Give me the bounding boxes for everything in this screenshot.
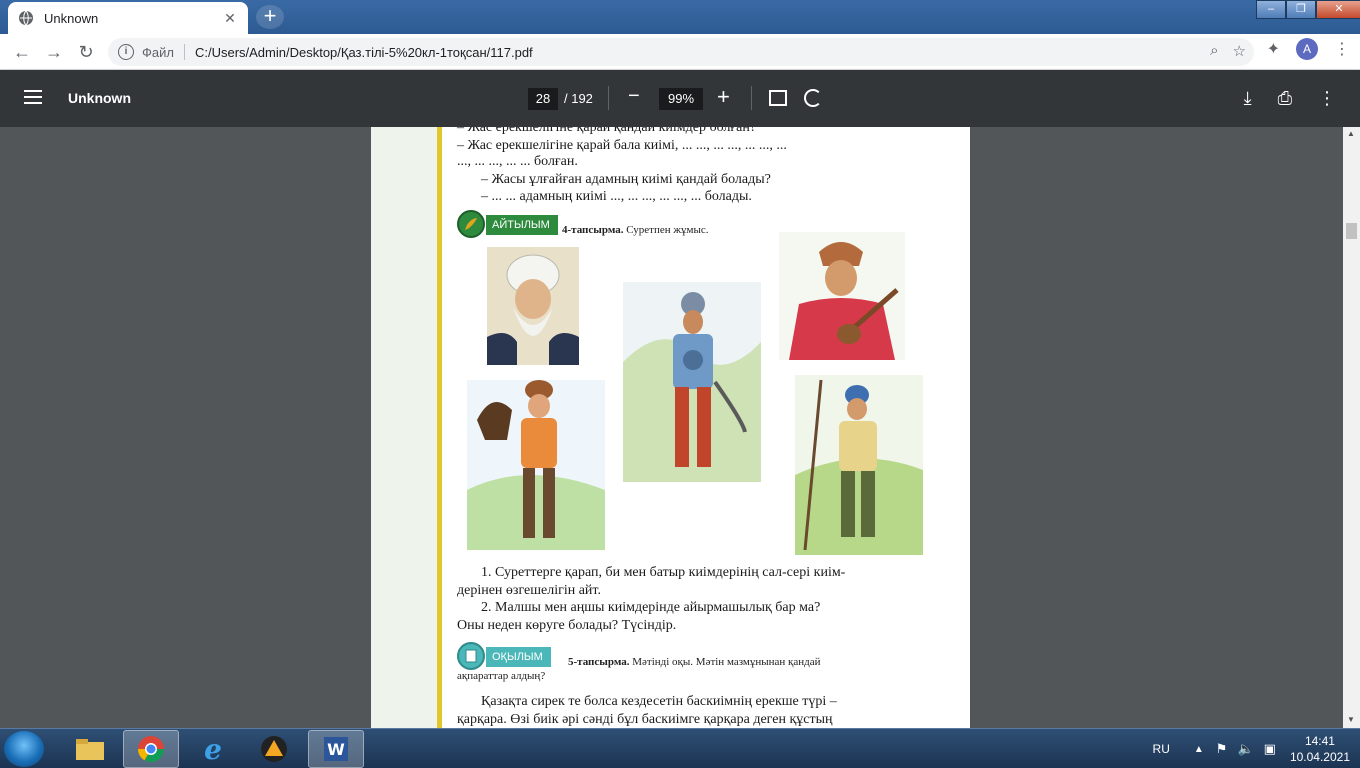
- paragraph-line: Қазақта сирек те болса кездесетін баскиі…: [481, 694, 837, 709]
- text-line: – Жасы ұлғайған адамның киімі қандай бол…: [481, 172, 771, 187]
- browser-tab[interactable]: Unknown ✕: [8, 2, 248, 34]
- menu-kebab-icon[interactable]: ⋮: [1334, 39, 1350, 59]
- tab-strip: Unknown ✕ + – ❐ ✕: [0, 0, 1360, 34]
- pdf-viewer[interactable]: – Жас ерекшелігіне қарай қандай киімдер …: [0, 127, 1360, 728]
- close-tab-icon[interactable]: ✕: [222, 10, 238, 27]
- scroll-down-icon[interactable]: ▼: [1347, 715, 1355, 724]
- scroll-up-icon[interactable]: ▲: [1347, 129, 1355, 138]
- chrome-taskbar-icon[interactable]: [123, 730, 179, 768]
- network-icon[interactable]: ⚑: [1216, 741, 1228, 757]
- globe-icon: [19, 10, 33, 26]
- zoom-search-icon[interactable]: ⌕: [1210, 42, 1218, 60]
- print-icon[interactable]: ⎙: [1278, 88, 1292, 109]
- hunter-illustration: [795, 375, 923, 555]
- question-2-line: Оны неден көруге болады? Түсіндір.: [457, 618, 677, 633]
- profile-avatar[interactable]: A: [1296, 38, 1318, 60]
- forward-icon[interactable]: →: [38, 36, 70, 68]
- omnibox-actions: ⌕ ☆: [1210, 42, 1246, 60]
- clock-time: 14:41: [1304, 734, 1335, 748]
- browser-toolbar: ← → ↻ i Файл C:/Users/Admin/Desktop/Қаз.…: [0, 34, 1360, 70]
- window-controls: – ❐ ✕: [1256, 0, 1360, 20]
- start-button-icon[interactable]: [4, 731, 44, 767]
- windows-taskbar: e W RU ▲ ⚑ 🔈 ▣ 14:41 10.04.2021: [0, 728, 1360, 768]
- reading-badge: ОҚЫЛЫМ: [486, 647, 551, 667]
- task-5-heading: 5-тапсырма. Мәтінді оқы. Мәтін мазмұнына…: [568, 656, 925, 668]
- text-line: – Жас ерекшелігіне қарай қандай киімдер …: [457, 127, 757, 135]
- falconer-illustration: [467, 380, 605, 550]
- app-taskbar-icon[interactable]: [246, 730, 302, 768]
- reload-icon[interactable]: ↻: [70, 36, 102, 68]
- toolbar-divider: [751, 86, 752, 110]
- volume-icon[interactable]: 🔈: [1237, 741, 1253, 757]
- explorer-taskbar-icon[interactable]: [62, 730, 118, 768]
- address-bar[interactable]: i Файл C:/Users/Admin/Desktop/Қаз.тілі-5…: [108, 38, 1254, 66]
- show-hidden-icons[interactable]: ▲: [1194, 744, 1204, 755]
- page-margin-strip: [371, 127, 437, 728]
- language-indicator[interactable]: RU: [1153, 742, 1170, 756]
- pdf-page: – Жас ерекшелігіне қарай қандай киімдер …: [371, 127, 970, 728]
- address-separator: [183, 44, 185, 60]
- task-5-text: Мәтінді оқы. Мәтін мазмұнынан қандай: [632, 656, 821, 668]
- task-5-number: 5-тапсырма.: [568, 656, 630, 668]
- question-1-line: 1. Суреттерге қарап, би мен батыр киімде…: [481, 565, 846, 580]
- ie-taskbar-icon[interactable]: e: [185, 730, 241, 768]
- vertical-scrollbar[interactable]: ▲ ▼: [1343, 127, 1360, 728]
- text-line: – ... ... адамның киімі ..., ... ..., ..…: [481, 189, 752, 204]
- page-margin-line: [437, 127, 442, 728]
- back-icon[interactable]: ←: [6, 36, 38, 68]
- word-taskbar-icon[interactable]: W: [308, 730, 364, 768]
- tab-title: Unknown: [44, 10, 99, 26]
- hamburger-menu-icon[interactable]: [24, 90, 42, 104]
- fit-page-icon[interactable]: [769, 90, 787, 106]
- musician-illustration: [779, 232, 905, 360]
- zoom-in-icon[interactable]: +: [717, 84, 730, 110]
- page-total: / 192: [564, 91, 593, 106]
- url-text[interactable]: C:/Users/Admin/Desktop/Қаз.тілі-5%20кл-1…: [195, 45, 533, 60]
- bookmark-star-icon[interactable]: ☆: [1233, 42, 1246, 60]
- page-number-input[interactable]: 28: [528, 88, 558, 110]
- svg-text:W: W: [327, 740, 345, 759]
- question-1-line: дерінен өзгешелігін айт.: [457, 583, 601, 598]
- power-icon[interactable]: ▣: [1264, 741, 1276, 757]
- extensions-icon[interactable]: ✦: [1267, 39, 1280, 59]
- text-line: ..., ... ..., ... ... болған.: [457, 154, 578, 169]
- task-5-text-cont: ақпараттар алдың?: [457, 670, 546, 682]
- clock[interactable]: 14:41 10.04.2021: [1290, 733, 1350, 765]
- download-icon[interactable]: ⤓: [1244, 88, 1252, 109]
- task-4-heading: 4-тапсырма. Суретпен жұмыс.: [562, 224, 708, 236]
- maximize-button[interactable]: ❐: [1286, 0, 1316, 19]
- reading-badge-icon: [457, 642, 485, 670]
- scroll-thumb[interactable]: [1346, 223, 1357, 239]
- paragraph-line: қарқара. Өзі биік әрі сәнді бұл баскиімг…: [457, 712, 833, 727]
- elder-portrait-illustration: [487, 247, 579, 365]
- more-options-icon[interactable]: ⋮: [1318, 88, 1336, 109]
- close-window-button[interactable]: ✕: [1316, 0, 1360, 19]
- pdf-toolbar: Unknown 28 / 192 − 99% + ⤓ ⎙ ⋮: [0, 70, 1360, 127]
- zoom-out-icon[interactable]: −: [628, 85, 640, 108]
- rotate-icon[interactable]: [804, 89, 822, 107]
- pdf-actions: ⤓ ⎙ ⋮: [1244, 88, 1336, 109]
- toolbar-divider: [608, 86, 609, 110]
- speech-badge-icon: [457, 210, 485, 238]
- pdf-title: Unknown: [68, 90, 131, 106]
- question-2-line: 2. Малшы мен аңшы киімдерінде айырмашылы…: [481, 600, 821, 615]
- minimize-button[interactable]: –: [1256, 0, 1286, 19]
- system-tray: RU ▲ ⚑ 🔈 ▣ 14:41 10.04.2021: [1153, 729, 1350, 768]
- clock-date: 10.04.2021: [1289, 750, 1350, 764]
- scheme-label: Файл: [142, 44, 174, 60]
- toolbar-right: ✦ A ⋮: [1267, 38, 1350, 60]
- new-tab-button[interactable]: +: [256, 5, 284, 29]
- warrior-illustration: [623, 282, 761, 482]
- task-4-text: Суретпен жұмыс.: [626, 224, 709, 236]
- info-icon[interactable]: i: [118, 44, 134, 60]
- zoom-input[interactable]: 99%: [659, 88, 703, 110]
- task-4-number: 4-тапсырма.: [562, 224, 624, 236]
- speech-badge: АЙТЫЛЫМ: [486, 215, 558, 235]
